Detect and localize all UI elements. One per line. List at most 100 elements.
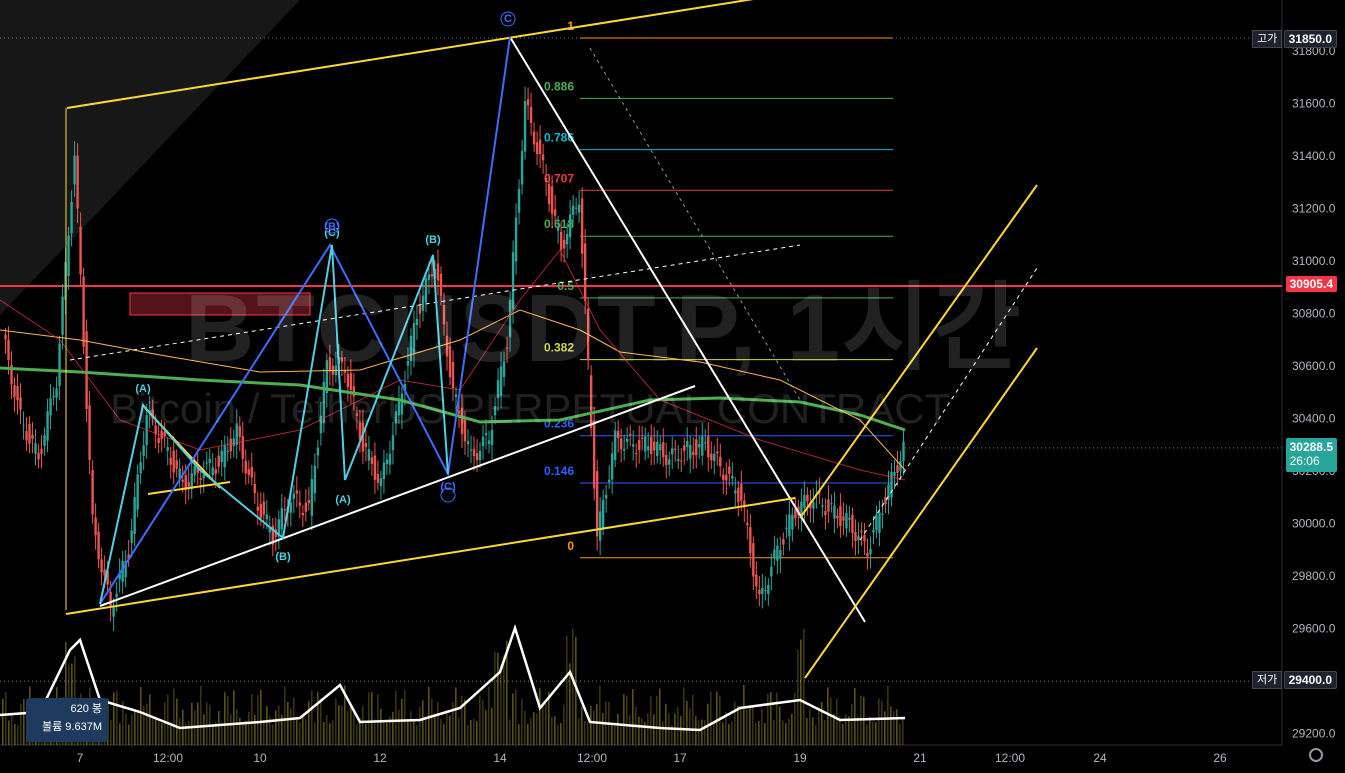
- volume-bar: [233, 690, 235, 745]
- volume-bar: [470, 720, 472, 745]
- volume-bar: [785, 723, 787, 745]
- volume-bar: [518, 724, 520, 745]
- volume-bar: [290, 708, 292, 745]
- volume-bar: [779, 706, 781, 745]
- price-tick-label: 30000.0: [1292, 517, 1336, 531]
- candle-body: [484, 433, 488, 436]
- candle-body: [725, 474, 728, 481]
- volume-bar: [743, 685, 745, 745]
- volume-bar: [857, 716, 859, 745]
- volume-bar: [230, 714, 232, 745]
- candle-body: [628, 434, 632, 436]
- time-tick-label: 14: [493, 751, 507, 765]
- volume-bar: [566, 635, 568, 745]
- volume-bar: [410, 711, 412, 745]
- candle-body: [289, 502, 293, 513]
- price-tick-label: 31000.0: [1292, 254, 1336, 268]
- volume-bar: [272, 724, 274, 745]
- volume-bar: [797, 649, 799, 745]
- volume-bar: [464, 699, 466, 745]
- high-tag: 고가: [1252, 30, 1283, 48]
- volume-bar: [881, 700, 883, 745]
- volume-bar: [581, 706, 583, 745]
- volume-bar: [521, 698, 523, 745]
- volume-bar: [692, 694, 694, 745]
- candle-body: [205, 462, 208, 464]
- volume-bar: [740, 707, 742, 745]
- candle-body: [716, 451, 719, 454]
- volume-bar: [851, 704, 853, 745]
- candle-body: [734, 490, 737, 494]
- volume-bar: [293, 697, 295, 745]
- candle-body: [650, 436, 653, 455]
- volume-bar: [641, 718, 643, 745]
- volume-bar: [887, 685, 889, 745]
- candle-body: [692, 451, 695, 456]
- volume-bar: [440, 718, 442, 745]
- volume-bar: [467, 724, 469, 745]
- volume-bar: [5, 692, 7, 745]
- volume-bar: [335, 698, 337, 745]
- volume-bar: [308, 701, 310, 745]
- volume-bar: [227, 695, 229, 745]
- price-tick-label: 29600.0: [1292, 622, 1336, 636]
- volume-bar: [869, 716, 871, 745]
- volume-bar: [899, 723, 901, 745]
- volume-bar: [815, 724, 817, 745]
- volume-bar: [578, 718, 580, 745]
- volume-bar: [434, 713, 436, 745]
- time-tick-label: 12: [373, 751, 387, 765]
- volume-bar: [311, 690, 313, 745]
- volume-bar: [563, 704, 565, 745]
- volume-bar: [380, 708, 382, 745]
- volume-bar: [755, 722, 757, 745]
- volume-bar: [878, 698, 880, 745]
- volume-bar: [455, 687, 457, 745]
- volume-bar: [263, 722, 265, 745]
- time-tick-label: 7: [77, 751, 84, 765]
- volume-bar: [398, 709, 400, 745]
- bar-countdown: 26:06: [1289, 454, 1320, 468]
- volume-bar: [494, 652, 496, 745]
- volume-bar: [629, 715, 631, 745]
- volume-bar: [200, 685, 202, 745]
- settings-icon[interactable]: [1309, 748, 1323, 762]
- wave-label: (A): [335, 494, 351, 506]
- price-tick-label: 29200.0: [1292, 727, 1336, 741]
- time-tick-label: 12:00: [995, 751, 1025, 765]
- volume-bar: [254, 715, 256, 745]
- volume-bar: [413, 720, 415, 745]
- volume-bar: [473, 718, 475, 745]
- volume-bar: [407, 719, 409, 745]
- volume-bar: [332, 720, 334, 745]
- volume-bar: [788, 718, 790, 745]
- candle-body: [619, 438, 623, 450]
- volume-bar: [875, 722, 877, 745]
- price-tick-label: 30400.0: [1292, 412, 1336, 426]
- volume-bar: [11, 713, 13, 745]
- candle-body: [722, 474, 725, 480]
- price-tick-label: 31600.0: [1292, 97, 1336, 111]
- candle-body: [187, 482, 190, 487]
- volume-bar: [689, 708, 691, 745]
- volume-bar: [338, 705, 340, 745]
- volume-bar: [806, 717, 808, 745]
- candle-body: [214, 469, 217, 474]
- candle-body: [169, 457, 172, 465]
- volume-bar: [128, 724, 130, 745]
- candle-body: [250, 467, 253, 478]
- volume-bar: [803, 628, 805, 745]
- volume-bar: [110, 719, 112, 745]
- high-price-label: 31850.0: [1283, 30, 1337, 48]
- volume-bar: [734, 701, 736, 745]
- volume-bar: [365, 723, 367, 745]
- volume-bar: [530, 718, 532, 745]
- candle-body: [869, 548, 872, 555]
- candle-body: [860, 530, 863, 533]
- candle-body: [836, 515, 839, 519]
- candle-body: [301, 512, 305, 516]
- candle-body: [193, 466, 196, 476]
- fib-level-label: 0.146: [544, 464, 574, 478]
- last-price-value: 30288.5: [1289, 440, 1333, 454]
- low-price-label: 29400.0: [1283, 671, 1337, 689]
